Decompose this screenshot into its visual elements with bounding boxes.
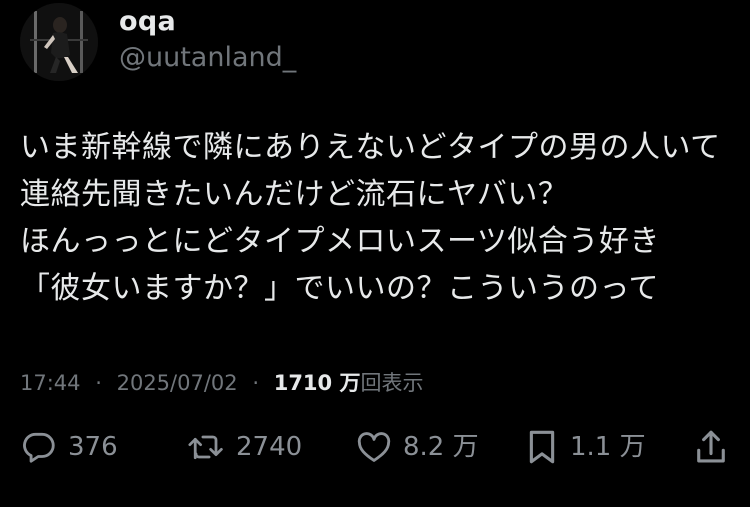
bookmark-count: 1.1 万 <box>570 432 646 462</box>
tweet-text-line: いま新幹線で隣にありえないどタイプの男の人いて <box>20 130 721 165</box>
reply-count: 376 <box>68 432 118 462</box>
display-name[interactable]: oqa <box>119 6 176 38</box>
bookmark-icon <box>524 427 560 467</box>
share-button[interactable] <box>693 422 729 472</box>
tweet-time[interactable]: 17:44 <box>20 371 81 395</box>
tweet-text-line: 連絡先聞きたいんだけど流石にヤバい？ <box>20 177 569 212</box>
meta-separator: · <box>252 371 260 395</box>
retweet-count: 2740 <box>236 432 303 462</box>
views-count[interactable]: 1710 万 <box>274 371 361 395</box>
like-button[interactable]: 8.2 万 <box>355 422 479 472</box>
tweet-text-line: 「彼女いますか？」でいいの？こういうのって <box>20 271 659 306</box>
tweet: oqa @uutanland_ いま新幹線で隣にありえないどタイプの男の人いて … <box>0 0 750 507</box>
like-count: 8.2 万 <box>403 432 479 462</box>
user-handle[interactable]: @uutanland_ <box>119 42 296 74</box>
retweet-icon <box>186 428 226 466</box>
retweet-button[interactable]: 2740 <box>186 422 302 472</box>
tweet-text: いま新幹線で隣にありえないどタイプの男の人いて 連絡先聞きたいんだけど流石にヤバ… <box>20 124 735 312</box>
bookmark-button[interactable]: 1.1 万 <box>524 422 646 472</box>
tweet-text-line: ほんっっとにどタイプメロいスーツ似合う好き <box>20 224 660 259</box>
tweet-meta: 17:44 · 2025/07/02 · 1710 万回表示 <box>20 365 423 401</box>
action-bar: 376 2740 8.2 万 1.1 万 <box>0 422 750 472</box>
meta-separator: · <box>95 371 102 395</box>
views-label: 回表示 <box>360 371 424 395</box>
reply-button[interactable]: 376 <box>20 422 118 472</box>
avatar[interactable] <box>20 3 98 81</box>
tweet-date[interactable]: 2025/07/02 <box>117 371 238 395</box>
share-icon <box>693 427 729 467</box>
like-icon <box>355 428 393 466</box>
reply-icon <box>20 428 58 466</box>
